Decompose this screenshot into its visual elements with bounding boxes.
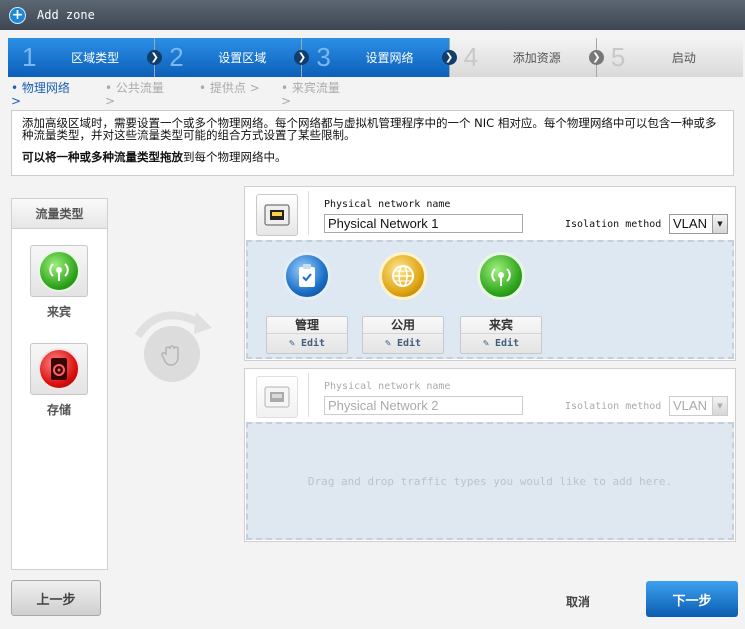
guest-traffic-icon: [477, 252, 525, 300]
chevron-right-icon: ❯: [441, 50, 457, 65]
step-label: 添加资源: [512, 51, 561, 65]
traffic-drop-zone[interactable]: 管理 ✎ Edit 公用 ✎ Edit 来宾 ✎ Edit: [246, 240, 734, 359]
traffic-types-panel: 流量类型 来宾 存储: [11, 198, 108, 570]
next-button[interactable]: 下一步: [646, 581, 738, 617]
edit-label: Edit: [396, 338, 422, 349]
traffic-type-label: 来宾: [46, 305, 71, 319]
substep-pod[interactable]: • 提供点 >: [199, 82, 261, 95]
add-icon: +: [9, 6, 26, 24]
step-number: 3: [316, 42, 331, 72]
step-add-resources[interactable]: 4 添加资源 ❯: [449, 38, 604, 77]
description-hint-rest: 到每个物理网络中。: [183, 150, 287, 164]
chevron-right-icon: ❯: [588, 50, 604, 65]
network-port-icon: [256, 194, 298, 236]
drag-hand-icon: [144, 326, 200, 382]
storage-traffic-tile[interactable]: [30, 343, 88, 395]
isolation-method-value: VLAN: [673, 216, 707, 231]
traffic-card-public[interactable]: 公用 ✎ Edit: [362, 252, 444, 354]
description-text: 添加高级区域时，需要设置一个或多个物理网络。每个网络都与虚拟机管理程序中的一个 …: [22, 116, 717, 142]
edit-button[interactable]: ✎ Edit: [363, 334, 443, 353]
step-number: 2: [169, 42, 184, 72]
physical-network-2: Physical network name Physical Network 2…: [244, 368, 736, 542]
drop-hint-text: Drag and drop traffic types you would li…: [307, 475, 673, 488]
step-setup-zone[interactable]: 2 设置区域 ❯: [155, 38, 310, 77]
step-label: 设置区域: [218, 51, 267, 65]
traffic-card-guest[interactable]: 来宾 ✎ Edit: [460, 252, 542, 354]
wizard-steps: 1 区域类型 ❯ 2 设置区域 ❯ 3 设置网络 ❯ 4 添加资源 ❯ 5 启动: [8, 38, 744, 77]
cancel-button[interactable]: 取消: [566, 593, 590, 610]
traffic-drop-zone[interactable]: Drag and drop traffic types you would li…: [246, 422, 734, 540]
traffic-card-label: 来宾: [461, 317, 541, 334]
substep-public-traffic[interactable]: • 公共流量 >: [105, 82, 167, 108]
public-traffic-icon: [379, 252, 427, 300]
traffic-card-label: 管理: [267, 317, 347, 334]
traffic-type-guest[interactable]: 来宾: [28, 245, 90, 320]
edit-button[interactable]: ✎ Edit: [267, 334, 347, 353]
network-name-label: Physical network name: [324, 199, 451, 210]
description-hint: 可以将一种或多种流量类型拖放到每个物理网络中。: [22, 151, 723, 163]
step-label: 启动: [671, 51, 696, 65]
edit-label: Edit: [300, 338, 326, 349]
traffic-type-label: 存储: [46, 403, 71, 417]
edit-icon: ✎: [288, 338, 295, 349]
back-button[interactable]: 上一步: [11, 580, 101, 616]
guest-traffic-icon: [38, 250, 80, 292]
guest-traffic-tile[interactable]: [30, 245, 88, 297]
substep-guest-traffic[interactable]: • 来宾流量 >: [281, 82, 343, 108]
isolation-method-label: Isolation method: [565, 401, 662, 412]
isolation-method-select[interactable]: VLAN ▼: [669, 214, 728, 234]
step-zone-type[interactable]: 1 区域类型 ❯: [8, 38, 163, 77]
isolation-method-label: Isolation method: [565, 219, 662, 230]
step-label: 设置网络: [365, 51, 414, 65]
traffic-card-management[interactable]: 管理 ✎ Edit: [266, 252, 348, 354]
step-number: 5: [610, 42, 626, 72]
network-name-input[interactable]: Physical Network 1: [324, 214, 523, 233]
storage-traffic-icon: [38, 348, 80, 390]
sub-steps: • 物理网络 > • 公共流量 > • 提供点 > • 来宾流量 >: [11, 82, 391, 110]
network-port-icon: [256, 376, 298, 418]
edit-icon: ✎: [384, 338, 391, 349]
edit-label: Edit: [494, 338, 520, 349]
edit-button[interactable]: ✎ Edit: [461, 334, 541, 353]
step-launch[interactable]: 5 启动: [596, 38, 744, 77]
window-title: Add zone: [37, 8, 95, 22]
traffic-types-title: 流量类型: [12, 199, 107, 229]
title-bar: + Add zone: [0, 0, 745, 30]
step-number: 1: [22, 42, 37, 72]
description-box: 添加高级区域时，需要设置一个或多个物理网络。每个网络都与虚拟机管理程序中的一个 …: [11, 110, 734, 176]
isolation-method-value: VLAN: [673, 398, 707, 413]
network-name-input[interactable]: Physical Network 2: [324, 396, 523, 415]
traffic-type-storage[interactable]: 存储: [28, 343, 90, 418]
dropdown-arrow-icon: ▼: [712, 397, 727, 415]
physical-network-1: Physical network name Physical Network 1…: [244, 186, 736, 361]
step-label: 区域类型: [71, 51, 120, 65]
description-hint-bold: 可以将一种或多种流量类型拖放: [22, 150, 183, 164]
dropdown-arrow-icon: ▼: [712, 215, 727, 233]
management-traffic-icon: [283, 252, 331, 300]
step-setup-network[interactable]: 3 设置网络 ❯: [302, 38, 457, 77]
network-name-label: Physical network name: [324, 381, 451, 392]
step-number: 4: [463, 42, 479, 72]
isolation-method-select[interactable]: VLAN ▼: [669, 396, 728, 416]
substep-physical-network[interactable]: • 物理网络 >: [11, 82, 73, 108]
traffic-card-label: 公用: [363, 317, 443, 334]
edit-icon: ✎: [482, 338, 489, 349]
